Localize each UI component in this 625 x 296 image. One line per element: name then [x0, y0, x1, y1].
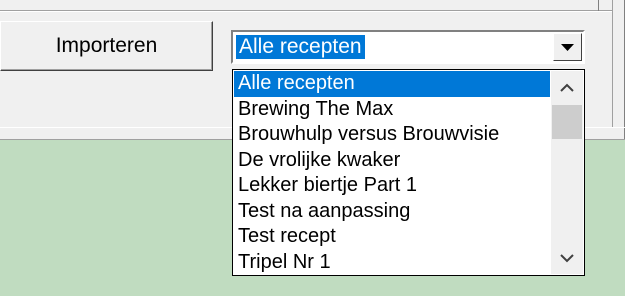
vertical-scrollbar[interactable]: [551, 71, 583, 274]
chevron-down-icon: [560, 253, 574, 262]
list-item[interactable]: De vrolijke kwaker: [234, 148, 550, 174]
scrollbar-thumb[interactable]: [552, 105, 582, 139]
recipe-dropdown-list[interactable]: Alle recepten Brewing The Max Brouwhulp …: [232, 69, 585, 276]
frame-divider-vertical: [598, 0, 599, 11]
scroll-up-button[interactable]: [551, 71, 583, 103]
list-item[interactable]: Brewing The Max: [234, 97, 550, 123]
list-item[interactable]: Lekker biertje Part 1: [234, 173, 550, 199]
frame-top-divider: [0, 0, 612, 11]
list-item[interactable]: Test na aanpassing: [234, 199, 550, 225]
chevron-up-icon: [560, 83, 574, 92]
recipe-combo-value: Alle recepten: [236, 35, 365, 59]
recipe-combo-box[interactable]: Alle recepten: [231, 30, 585, 64]
import-button[interactable]: Importeren: [0, 21, 213, 71]
list-item[interactable]: Tripel Nr 1: [234, 250, 550, 276]
list-item[interactable]: Test recept: [234, 224, 550, 250]
scroll-down-button[interactable]: [551, 242, 583, 274]
list-item[interactable]: Brouwhulp versus Brouwvisie: [234, 122, 550, 148]
import-button-label: Importeren: [55, 34, 158, 57]
triangle-down-icon: [561, 43, 574, 51]
frame-divider-vertical-right: [612, 0, 613, 10]
list-item[interactable]: Alle recepten: [234, 71, 550, 97]
panel-right-border: [612, 10, 613, 128]
combo-dropdown-button[interactable]: [553, 33, 582, 61]
recipe-list: Alle recepten Brewing The Max Brouwhulp …: [234, 71, 550, 274]
